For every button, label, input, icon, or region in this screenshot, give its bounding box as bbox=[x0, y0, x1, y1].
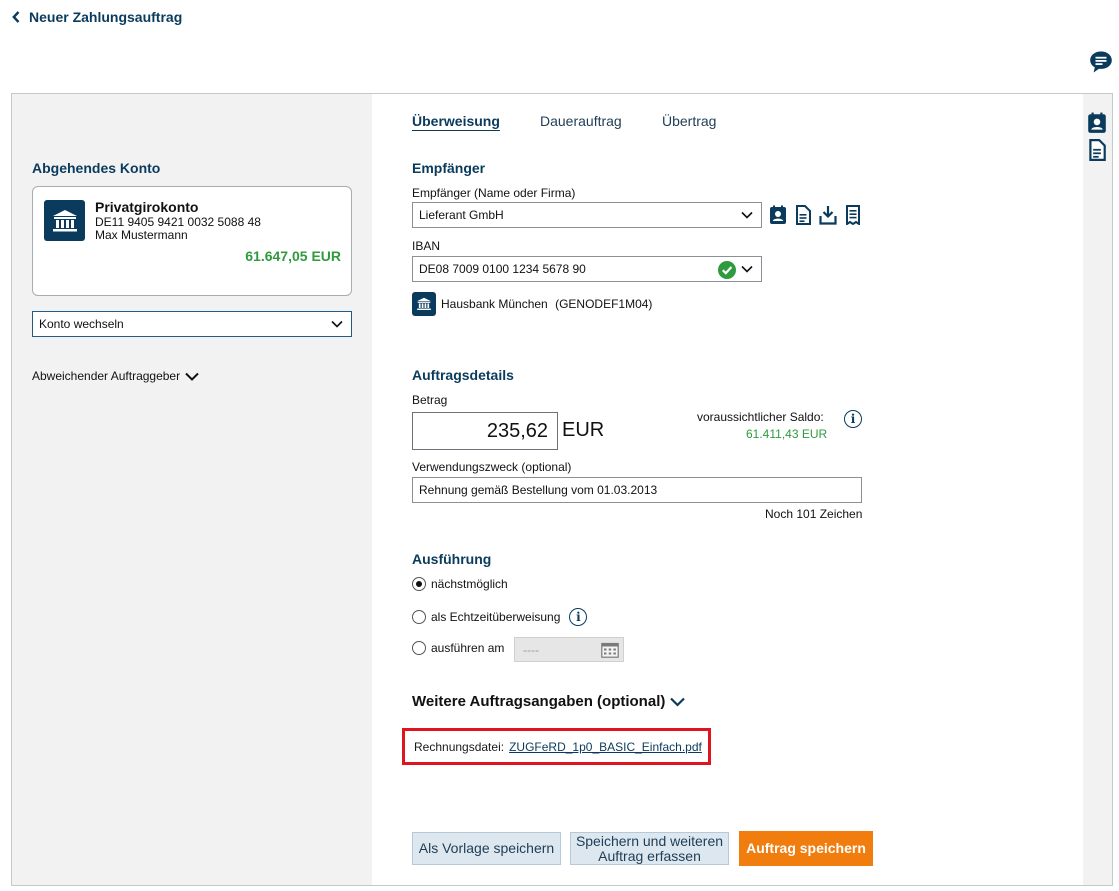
expected-balance-label: voraussichtlicher Saldo: bbox=[697, 410, 824, 424]
check-valid-icon bbox=[718, 261, 736, 279]
back-link[interactable]: Neuer Zahlungsauftrag bbox=[12, 9, 182, 25]
address-book-icon[interactable] bbox=[1087, 112, 1107, 134]
account-card: Privatgirokonto DE11 9405 9421 0032 5088… bbox=[32, 186, 352, 296]
recipient-name-field[interactable]: Lieferant GmbH bbox=[412, 202, 762, 228]
outgoing-account-heading: Abgehendes Konto bbox=[32, 160, 161, 176]
switch-account-label: Konto wechseln bbox=[39, 317, 124, 331]
switch-account-select[interactable]: Konto wechseln bbox=[32, 311, 352, 337]
amount-label: Betrag bbox=[412, 393, 448, 407]
purpose-label: Verwendungszweck (optional) bbox=[412, 460, 572, 474]
iban-value: DE08 7009 0100 1234 5678 90 bbox=[419, 262, 586, 276]
radio-button[interactable] bbox=[412, 610, 426, 624]
order-details-heading: Auftragsdetails bbox=[412, 367, 514, 383]
page-title: Neuer Zahlungsauftrag bbox=[29, 9, 183, 25]
download-icon[interactable] bbox=[818, 205, 838, 225]
chevron-down-icon bbox=[741, 211, 753, 219]
recipient-name-value: Lieferant GmbH bbox=[419, 208, 504, 222]
execution-heading: Ausführung bbox=[412, 551, 492, 567]
document-icon[interactable] bbox=[793, 205, 813, 225]
save-and-new-line2: Auftrag erfassen bbox=[598, 847, 701, 864]
alternate-payer-toggle[interactable]: Abweichender Auftraggeber bbox=[32, 369, 199, 383]
tab-dauerauftrag[interactable]: Dauerauftrag bbox=[540, 113, 622, 129]
receipt-icon[interactable] bbox=[843, 205, 863, 225]
tab-uebertrag[interactable]: Übertrag bbox=[662, 113, 716, 129]
radio-instant-transfer[interactable]: als Echtzeitüberweisung i bbox=[412, 608, 588, 626]
bank-icon bbox=[412, 292, 436, 316]
main-panel: Überweisung Dauerauftrag Übertrag Empfän… bbox=[372, 94, 1083, 885]
save-template-button[interactable]: Als Vorlage speichern bbox=[412, 832, 561, 865]
more-details-label: Weitere Auftragsangaben (optional) bbox=[412, 693, 666, 710]
purpose-input[interactable]: Rehnung gemäß Bestellung vom 01.03.2013 bbox=[412, 477, 862, 503]
bank-name: Hausbank München (GENODEF1M04) bbox=[441, 297, 652, 311]
expected-balance-value: 61.411,43 EUR bbox=[746, 427, 828, 441]
bank-icon bbox=[44, 200, 85, 241]
tab-ueberweisung[interactable]: Überweisung bbox=[412, 113, 500, 129]
info-icon[interactable]: i bbox=[844, 410, 862, 428]
radio-button[interactable] bbox=[412, 577, 426, 591]
radio-instant-label: als Echtzeitüberweisung bbox=[431, 610, 561, 624]
iban-label: IBAN bbox=[412, 239, 441, 253]
chars-remaining: Noch 101 Zeichen bbox=[765, 507, 863, 521]
recipient-name-label: Empfänger (Name oder Firma) bbox=[412, 186, 576, 200]
payment-form-frame: Abgehendes Konto Privatgirokonto DE11 94… bbox=[11, 93, 1113, 886]
radio-execute-on[interactable]: ausführen am bbox=[412, 641, 504, 655]
chevron-down-icon bbox=[331, 320, 343, 328]
bic-text: (GENODEF1M04) bbox=[555, 297, 653, 311]
account-iban: DE11 9405 9421 0032 5088 48 bbox=[95, 215, 261, 229]
calendar-icon[interactable] bbox=[601, 642, 619, 658]
chat-icon[interactable] bbox=[1089, 50, 1113, 74]
chevron-down-icon bbox=[185, 372, 199, 381]
radio-next-possible[interactable]: nächstmöglich bbox=[412, 577, 508, 591]
save-and-new-button[interactable]: Speichern und weiteren Auftrag erfassen bbox=[570, 832, 729, 865]
save-and-new-line1: Speichern und weiteren bbox=[575, 832, 724, 849]
amount-currency: EUR bbox=[562, 419, 605, 441]
address-book-icon[interactable] bbox=[768, 205, 788, 225]
radio-date-label: ausführen am bbox=[431, 641, 505, 655]
invoice-file-link[interactable]: ZUGFeRD_1p0_BASIC_Einfach.pdf bbox=[509, 740, 702, 754]
execution-date-input[interactable]: ---- bbox=[514, 637, 624, 662]
invoice-file-highlight: Rechnungsdatei: ZUGFeRD_1p0_BASIC_Einfac… bbox=[402, 728, 711, 765]
chevron-left-icon bbox=[12, 11, 20, 23]
more-details-toggle[interactable]: Weitere Auftragsangaben (optional) bbox=[412, 693, 686, 710]
document-icon[interactable] bbox=[1087, 139, 1107, 161]
save-order-button[interactable]: Auftrag speichern bbox=[739, 831, 873, 866]
date-placeholder: ---- bbox=[523, 642, 539, 657]
amount-input[interactable]: 235,62 bbox=[412, 412, 558, 450]
bank-name-text: Hausbank München bbox=[441, 297, 548, 311]
chevron-down-icon bbox=[741, 265, 753, 273]
account-owner: Max Mustermann bbox=[95, 228, 188, 242]
radio-next-label: nächstmöglich bbox=[431, 577, 508, 591]
account-balance: 61.647,05 EUR bbox=[245, 248, 341, 264]
alternate-payer-label: Abweichender Auftraggeber bbox=[32, 369, 181, 383]
invoice-file-label: Rechnungsdatei: bbox=[414, 739, 505, 754]
chevron-down-icon bbox=[670, 697, 686, 707]
account-name: Privatgirokonto bbox=[95, 199, 199, 215]
iban-field[interactable]: DE08 7009 0100 1234 5678 90 bbox=[412, 256, 762, 282]
info-icon[interactable]: i bbox=[569, 608, 588, 626]
radio-button[interactable] bbox=[412, 641, 426, 655]
recipient-heading: Empfänger bbox=[412, 160, 486, 176]
